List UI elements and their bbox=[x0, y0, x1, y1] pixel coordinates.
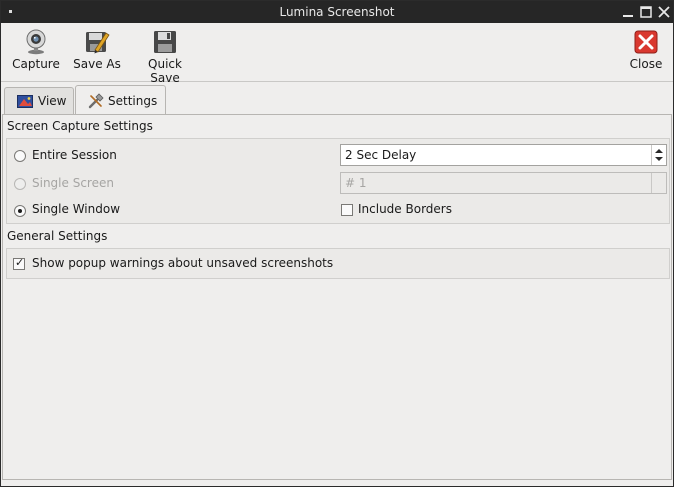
include-borders-checkbox[interactable] bbox=[341, 204, 353, 216]
general-settings-heading: General Settings bbox=[7, 229, 108, 243]
checkmark-icon: ✓ bbox=[15, 256, 25, 269]
window-title: Lumina Screenshot bbox=[279, 5, 395, 19]
include-borders-label[interactable]: Include Borders bbox=[358, 202, 452, 216]
entire-session-label[interactable]: Entire Session bbox=[32, 148, 117, 162]
app-window: Lumina Screenshot Capture Save As Quick … bbox=[0, 0, 674, 487]
tab-view-label: View bbox=[38, 94, 67, 108]
quick-save-label: Quick Save bbox=[148, 57, 182, 85]
status-strip bbox=[1, 481, 673, 486]
tools-icon bbox=[88, 93, 104, 112]
tab-view[interactable]: View bbox=[4, 87, 74, 114]
quick-save-button[interactable]: Quick Save bbox=[132, 29, 198, 85]
minimize-icon[interactable] bbox=[621, 5, 635, 19]
toolbar: Capture Save As Quick Save Close bbox=[1, 23, 673, 85]
webcam-icon bbox=[23, 29, 49, 55]
capture-label: Capture bbox=[12, 57, 60, 71]
window-close-icon[interactable] bbox=[657, 5, 671, 19]
screen-number-spinbox[interactable]: # 1 bbox=[340, 172, 667, 194]
delay-spin-arrows[interactable] bbox=[651, 145, 666, 165]
save-as-icon bbox=[84, 29, 110, 55]
single-screen-label[interactable]: Single Screen bbox=[32, 176, 114, 190]
entire-session-radio[interactable] bbox=[14, 150, 26, 162]
tab-bar: View Settings bbox=[1, 84, 673, 115]
close-label: Close bbox=[629, 57, 663, 71]
screen-number-value: # 1 bbox=[345, 176, 367, 190]
popup-warnings-checkbox[interactable]: ✓ bbox=[13, 256, 25, 270]
title-bar[interactable]: Lumina Screenshot bbox=[1, 1, 673, 23]
floppy-icon bbox=[152, 29, 178, 55]
save-as-button[interactable]: Save As bbox=[72, 29, 122, 71]
general-settings-group: ✓ Show popup warnings about unsaved scre… bbox=[6, 248, 670, 279]
screen-capture-group: Entire Session Single Screen Single Wind… bbox=[6, 138, 670, 224]
single-window-radio[interactable] bbox=[14, 205, 26, 217]
popup-warnings-label[interactable]: Show popup warnings about unsaved screen… bbox=[32, 256, 333, 270]
screen-number-spin-arrows[interactable] bbox=[651, 173, 666, 193]
single-window-label[interactable]: Single Window bbox=[32, 202, 120, 216]
delay-value: 2 Sec Delay bbox=[345, 148, 417, 162]
save-as-label: Save As bbox=[73, 57, 121, 71]
tab-settings-label: Settings bbox=[108, 94, 158, 108]
image-icon bbox=[17, 94, 33, 111]
settings-panel: Screen Capture Settings Entire Session S… bbox=[2, 114, 672, 480]
tab-settings[interactable]: Settings bbox=[75, 85, 166, 115]
delay-spinbox[interactable]: 2 Sec Delay bbox=[340, 144, 667, 166]
capture-button[interactable]: Capture bbox=[11, 29, 61, 71]
maximize-icon[interactable] bbox=[639, 5, 653, 19]
close-icon bbox=[633, 29, 659, 55]
single-screen-radio[interactable] bbox=[14, 178, 26, 190]
close-button[interactable]: Close bbox=[626, 29, 666, 71]
screen-capture-heading: Screen Capture Settings bbox=[7, 119, 153, 133]
